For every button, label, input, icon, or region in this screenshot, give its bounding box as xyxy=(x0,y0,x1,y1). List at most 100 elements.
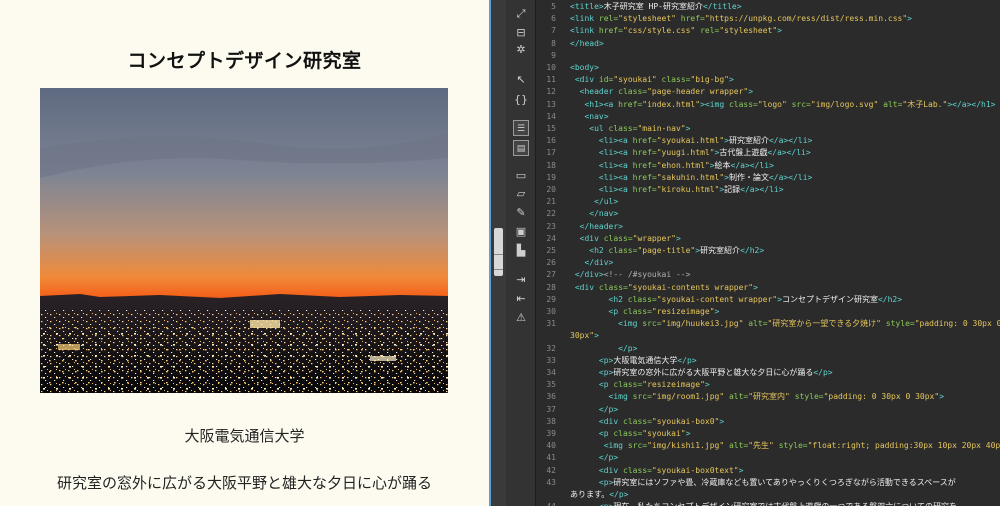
code-token: class= xyxy=(728,99,758,109)
code-line[interactable]: 35 <p class="resizeimage"> xyxy=(536,379,1000,391)
pointer-icon[interactable]: ↖ xyxy=(513,72,529,88)
code-line[interactable]: 21 </ul> xyxy=(536,196,1000,208)
line-number: 43 xyxy=(546,477,556,487)
code-toolbar: ⤢ ⊟ ✲ ↖ {} ☰ ▤ ▭ ▱ ✎ ▣ ▙ ⇥ ⇤ ⚠ xyxy=(506,0,536,506)
comment-icon[interactable]: ▭ xyxy=(513,168,529,184)
code-line[interactable]: 28 <div class="syoukai-contents wrapper"… xyxy=(536,282,1000,294)
code-editor[interactable]: 5 <title>木子研究室 HP-研究室紹介</title> 6 <link rel… xyxy=(536,0,1000,506)
line-number: 19 xyxy=(546,172,556,182)
code-line[interactable]: 31 <img src="img/huukei3.jpg" alt="研究室から… xyxy=(536,318,1000,330)
code-line[interactable]: 41 </p> xyxy=(536,452,1000,464)
line-number: 22 xyxy=(546,209,556,219)
chart-icon[interactable]: ▙ xyxy=(513,243,529,259)
code-line[interactable]: 38 <div class="syoukai-box0"> xyxy=(536,416,1000,428)
code-token: 研究室にはソファや畳、冷蔵庫なども置いてありやっくりくつろぎながら活動できるスペ… xyxy=(613,477,956,487)
code-line[interactable]: 5 <title>木子研究室 HP-研究室紹介</title> xyxy=(536,1,1000,13)
code-line[interactable]: 8 </head> xyxy=(536,38,1000,50)
line-number: 29 xyxy=(546,294,556,304)
code-line[interactable]: 11 <div id="syoukai" class="big-bg"> xyxy=(536,74,1000,86)
code-line[interactable]: 14 <nav> xyxy=(536,111,1000,123)
code-line[interactable]: 10 <body> xyxy=(536,62,1000,74)
code-line[interactable]: 18 <li><a href="ehon.html">絵本</a></li> xyxy=(536,160,1000,172)
code-token: 大阪電気通信大学 xyxy=(613,355,678,365)
expand-icon[interactable]: ⤢ xyxy=(513,6,529,22)
brush-icon[interactable]: ✎ xyxy=(513,205,529,221)
line-number: 8 xyxy=(551,38,556,48)
code-token: </nav> xyxy=(589,209,619,219)
code-line[interactable]: 24 <div class="wrapper"> xyxy=(536,233,1000,245)
code-token: 木子研究室 HP-研究室紹介 xyxy=(603,2,703,11)
code-token: class= xyxy=(613,429,643,438)
code-line[interactable]: 12 <header class="page-header wrapper"> xyxy=(536,86,1000,98)
line-number: 20 xyxy=(546,185,556,194)
code-line[interactable]: 40 <img src="img/kishi1.jpg" alt="先生" st… xyxy=(536,440,1000,452)
bracket-icon[interactable]: {} xyxy=(513,92,529,108)
indent-icon[interactable]: ⇥ xyxy=(513,272,529,288)
select-parent-icon[interactable]: ⊟ xyxy=(513,25,529,41)
code-line[interactable]: 9 xyxy=(536,50,1000,62)
code-text: <title>木子研究室 HP-研究室紹介</title> xyxy=(570,1,1000,13)
code-token: 研究室の窓外に広がる大阪平野と雄大な夕日に心が踊る xyxy=(613,368,814,377)
code-line[interactable]: 20 <li><a href="kiroku.html">記録</a></li> xyxy=(536,184,1000,196)
code-token: 30px" xyxy=(570,331,595,341)
code-token: 研究室紹介 xyxy=(700,246,741,255)
layout-icon[interactable]: ☰ xyxy=(513,120,529,136)
code-line[interactable]: 29 <h2 class="syoukai-content wrapper">コ… xyxy=(536,294,1000,306)
code-line[interactable]: 23 </header> xyxy=(536,221,1000,233)
code-line[interactable]: 37 </p> xyxy=(536,404,1000,416)
snippet-icon[interactable]: ▣ xyxy=(513,224,529,240)
code-token: 古代盤上遊戯 xyxy=(719,148,768,158)
code-line[interactable]: 42 <div class="syoukai-box0text"> xyxy=(536,465,1000,477)
code-token: </head> xyxy=(570,38,604,48)
code-token: href= xyxy=(632,172,657,182)
code-token: <h1><a xyxy=(584,99,619,109)
outdent-icon[interactable]: ⇤ xyxy=(513,291,529,307)
code-line[interactable]: 6 <link rel="stylesheet" href="https://un… xyxy=(536,13,1000,25)
code-panel-icon[interactable]: ▤ xyxy=(513,140,529,156)
wrap-tag-icon[interactable]: ✲ xyxy=(513,42,529,58)
code-line[interactable]: 13 <h1><a href="index.html"><img class="… xyxy=(536,99,1000,111)
code-token: <body> xyxy=(570,63,599,72)
pane-splitter[interactable] xyxy=(489,0,506,506)
code-token: rel= xyxy=(598,14,619,24)
code-line[interactable]: 44 <p>現在、私たちコンセプトデザイン研究室では古代盤上遊戯の一つである盤双… xyxy=(536,501,1000,506)
code-text: <p class="syoukai"> xyxy=(570,428,1000,440)
code-line[interactable]: 33 <p>大阪電気通信大学</p> xyxy=(536,355,1000,367)
code-text: <link href="css/style.css" rel="styleshe… xyxy=(570,25,1000,37)
code-line[interactable]: 34 <p>研究室の窓外に広がる大阪平野と雄大な夕日に心が踊る</p> xyxy=(536,367,1000,379)
code-line[interactable]: 22 </nav> xyxy=(536,208,1000,220)
code-line[interactable]: 7 <link href="css/style.css" rel="stylesh… xyxy=(536,25,1000,37)
code-line[interactable]: 43 <p>研究室にはソファや畳、冷蔵庫なども置いてありやっくりくつろぎながら活… xyxy=(536,477,1000,489)
code-line[interactable]: 30px"> xyxy=(536,330,1000,342)
line-number: 14 xyxy=(546,111,556,121)
code-line[interactable]: 25 <h2 class="page-title">研究室紹介</h2> xyxy=(536,245,1000,257)
splitter-grip-lines xyxy=(494,254,503,270)
code-line[interactable]: 26 </div> xyxy=(536,257,1000,269)
code-text: <p class="resizeimage"> xyxy=(570,306,1000,318)
format-icon[interactable]: ⚠ xyxy=(513,310,529,326)
code-line[interactable]: 15 <ul class="main-nav"> xyxy=(536,123,1000,135)
code-line[interactable]: 30 <p class="resizeimage"> xyxy=(536,306,1000,318)
code-line[interactable]: 16 <li><a href="syoukai.html">研究室紹介</a><… xyxy=(536,135,1000,147)
code-token: class= xyxy=(608,124,638,133)
code-token: src= xyxy=(627,441,648,451)
code-line[interactable]: 19 <li><a href="sakuhin.html">制作・論文</a><… xyxy=(536,172,1000,184)
code-line[interactable]: 36 <img src="img/room1.jpg" alt="研究室内" s… xyxy=(536,391,1000,403)
code-token: > xyxy=(738,465,744,475)
code-text: <div class="syoukai-box0text"> xyxy=(570,465,1000,477)
code-token: > xyxy=(719,416,725,426)
code-text: </div><!-- /#syoukai --> xyxy=(570,269,1000,281)
uncomment-icon[interactable]: ▱ xyxy=(513,186,529,202)
code-line[interactable]: 17 <li><a href="yuugi.html">古代盤上遊戯</a></… xyxy=(536,147,1000,159)
live-preview-pane: コンセプトデザイン研究室 大阪電気通信大学 研究室の窓外に広がる大阪平野と雄大な… xyxy=(0,0,489,506)
code-line[interactable]: 27 </div><!-- /#syoukai --> xyxy=(536,269,1000,281)
code-line[interactable]: あります。</p> xyxy=(536,489,1000,501)
code-line[interactable]: 39 <p class="syoukai"> xyxy=(536,428,1000,440)
code-line[interactable]: 32 </p> xyxy=(536,343,1000,355)
code-token: "page-header wrapper" xyxy=(647,87,749,97)
